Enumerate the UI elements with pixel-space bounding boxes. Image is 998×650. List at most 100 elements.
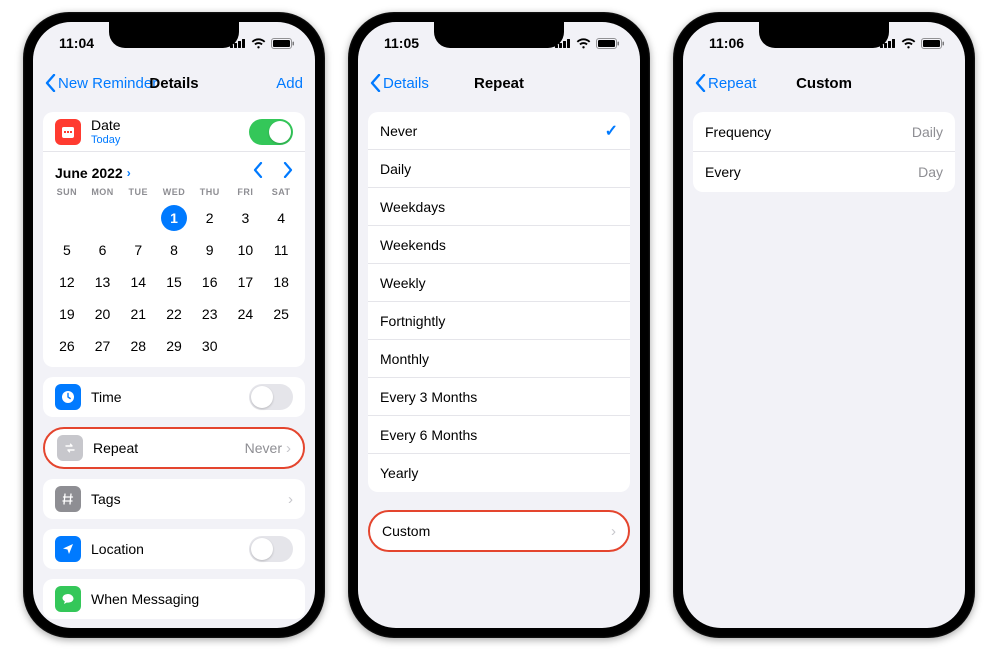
- calendar-day[interactable]: 23: [192, 301, 228, 327]
- time-card: Time: [43, 377, 305, 417]
- date-row[interactable]: Date Today: [43, 112, 305, 152]
- calendar-day[interactable]: 18: [263, 269, 299, 295]
- repeat-option[interactable]: Monthly: [368, 340, 630, 378]
- calendar-day[interactable]: 4: [263, 205, 299, 231]
- repeat-option-label: Daily: [380, 161, 618, 177]
- nav-bar: New Reminder Details Add: [33, 64, 315, 102]
- messaging-card: When Messaging: [43, 579, 305, 619]
- notch: [759, 22, 889, 48]
- calendar-dow: THU: [192, 187, 228, 199]
- calendar-day[interactable]: 12: [49, 269, 85, 295]
- repeat-icon: [57, 435, 83, 461]
- back-label: New Reminder: [58, 75, 157, 92]
- custom-label: Custom: [382, 523, 607, 539]
- repeat-option[interactable]: Fortnightly: [368, 302, 630, 340]
- calendar-dow: SAT: [263, 187, 299, 199]
- calendar-day[interactable]: 21: [120, 301, 156, 327]
- calendar-day[interactable]: 24: [228, 301, 264, 327]
- calendar-day[interactable]: 13: [85, 269, 121, 295]
- chevron-left-icon: [45, 74, 56, 92]
- repeat-card-highlighted: Repeat Never ›: [43, 427, 305, 469]
- tags-row[interactable]: Tags ›: [43, 479, 305, 519]
- calendar-day[interactable]: 14: [120, 269, 156, 295]
- calendar-day[interactable]: 9: [192, 237, 228, 263]
- calendar-month-label: June 2022: [55, 165, 123, 181]
- custom-setting-row[interactable]: EveryDay: [693, 152, 955, 192]
- custom-settings-list: FrequencyDailyEveryDay: [693, 112, 955, 192]
- notch: [109, 22, 239, 48]
- calendar-day[interactable]: 27: [85, 333, 121, 359]
- calendar-month-button[interactable]: June 2022 ›: [55, 165, 131, 181]
- status-time: 11:05: [384, 35, 419, 51]
- chevron-left-icon: [370, 74, 381, 92]
- repeat-option[interactable]: Weekly: [368, 264, 630, 302]
- calendar-day[interactable]: 26: [49, 333, 85, 359]
- calendar-day[interactable]: 2: [192, 205, 228, 231]
- back-label: Repeat: [708, 75, 756, 92]
- wifi-icon: [251, 38, 266, 49]
- repeat-option[interactable]: Weekdays: [368, 188, 630, 226]
- calendar-dow: MON: [85, 187, 121, 199]
- repeat-option[interactable]: Every 3 Months: [368, 378, 630, 416]
- calendar-day[interactable]: 10: [228, 237, 264, 263]
- calendar-day[interactable]: 11: [263, 237, 299, 263]
- calendar-day[interactable]: 22: [156, 301, 192, 327]
- repeat-row[interactable]: Repeat Never ›: [45, 429, 303, 467]
- calendar-day-selected: 1: [161, 205, 187, 231]
- calendar-day[interactable]: 25: [263, 301, 299, 327]
- location-row[interactable]: Location: [43, 529, 305, 569]
- calendar-day[interactable]: 16: [192, 269, 228, 295]
- calendar-day[interactable]: 15: [156, 269, 192, 295]
- date-sublabel: Today: [91, 134, 249, 146]
- screen: 11:05 Details Repeat Never✓DailyWeekdays…: [358, 22, 640, 628]
- messaging-row[interactable]: When Messaging: [43, 579, 305, 619]
- calendar-day[interactable]: 19: [49, 301, 85, 327]
- repeat-option[interactable]: Never✓: [368, 112, 630, 150]
- custom-content: FrequencyDailyEveryDay: [683, 102, 965, 628]
- repeat-option[interactable]: Daily: [368, 150, 630, 188]
- repeat-option-label: Weekly: [380, 275, 618, 291]
- back-button[interactable]: New Reminder: [45, 74, 157, 92]
- calendar-day[interactable]: 6: [85, 237, 121, 263]
- add-button[interactable]: Add: [276, 75, 303, 92]
- custom-card-highlighted: Custom ›: [368, 510, 630, 552]
- calendar-day[interactable]: 5: [49, 237, 85, 263]
- hash-icon: [55, 486, 81, 512]
- custom-setting-label: Every: [705, 164, 918, 180]
- location-toggle[interactable]: [249, 536, 293, 562]
- repeat-option-label: Monthly: [380, 351, 618, 367]
- calendar-day[interactable]: 28: [120, 333, 156, 359]
- calendar-day[interactable]: 17: [228, 269, 264, 295]
- time-toggle[interactable]: [249, 384, 293, 410]
- wifi-icon: [901, 38, 916, 49]
- date-card: Date Today June 2022 ›: [43, 112, 305, 367]
- calendar-day[interactable]: 3: [228, 205, 264, 231]
- repeat-option-label: Every 3 Months: [380, 389, 618, 405]
- repeat-option-label: Weekdays: [380, 199, 618, 215]
- repeat-label: Repeat: [93, 440, 245, 456]
- calendar-day[interactable]: 30: [192, 333, 228, 359]
- calendar-day[interactable]: 29: [156, 333, 192, 359]
- repeat-option[interactable]: Yearly: [368, 454, 630, 492]
- calendar-dow: SUN: [49, 187, 85, 199]
- back-button[interactable]: Details: [370, 74, 429, 92]
- custom-row[interactable]: Custom ›: [370, 512, 628, 550]
- repeat-option[interactable]: Every 6 Months: [368, 416, 630, 454]
- time-row[interactable]: Time: [43, 377, 305, 417]
- calendar-day[interactable]: 20: [85, 301, 121, 327]
- calendar-next-button[interactable]: [283, 162, 293, 183]
- calendar-day[interactable]: 1: [156, 205, 192, 231]
- date-toggle[interactable]: [249, 119, 293, 145]
- calendar-dow: FRI: [228, 187, 264, 199]
- nav-bar: Repeat Custom: [683, 64, 965, 102]
- tags-card: Tags ›: [43, 479, 305, 519]
- calendar-prev-button[interactable]: [253, 162, 263, 183]
- repeat-option[interactable]: Weekends: [368, 226, 630, 264]
- calendar-day[interactable]: 7: [120, 237, 156, 263]
- repeat-option-label: Yearly: [380, 465, 618, 481]
- calendar-icon: [55, 119, 81, 145]
- custom-setting-row[interactable]: FrequencyDaily: [693, 112, 955, 152]
- calendar-day[interactable]: 8: [156, 237, 192, 263]
- messaging-label: When Messaging: [91, 591, 293, 607]
- back-button[interactable]: Repeat: [695, 74, 756, 92]
